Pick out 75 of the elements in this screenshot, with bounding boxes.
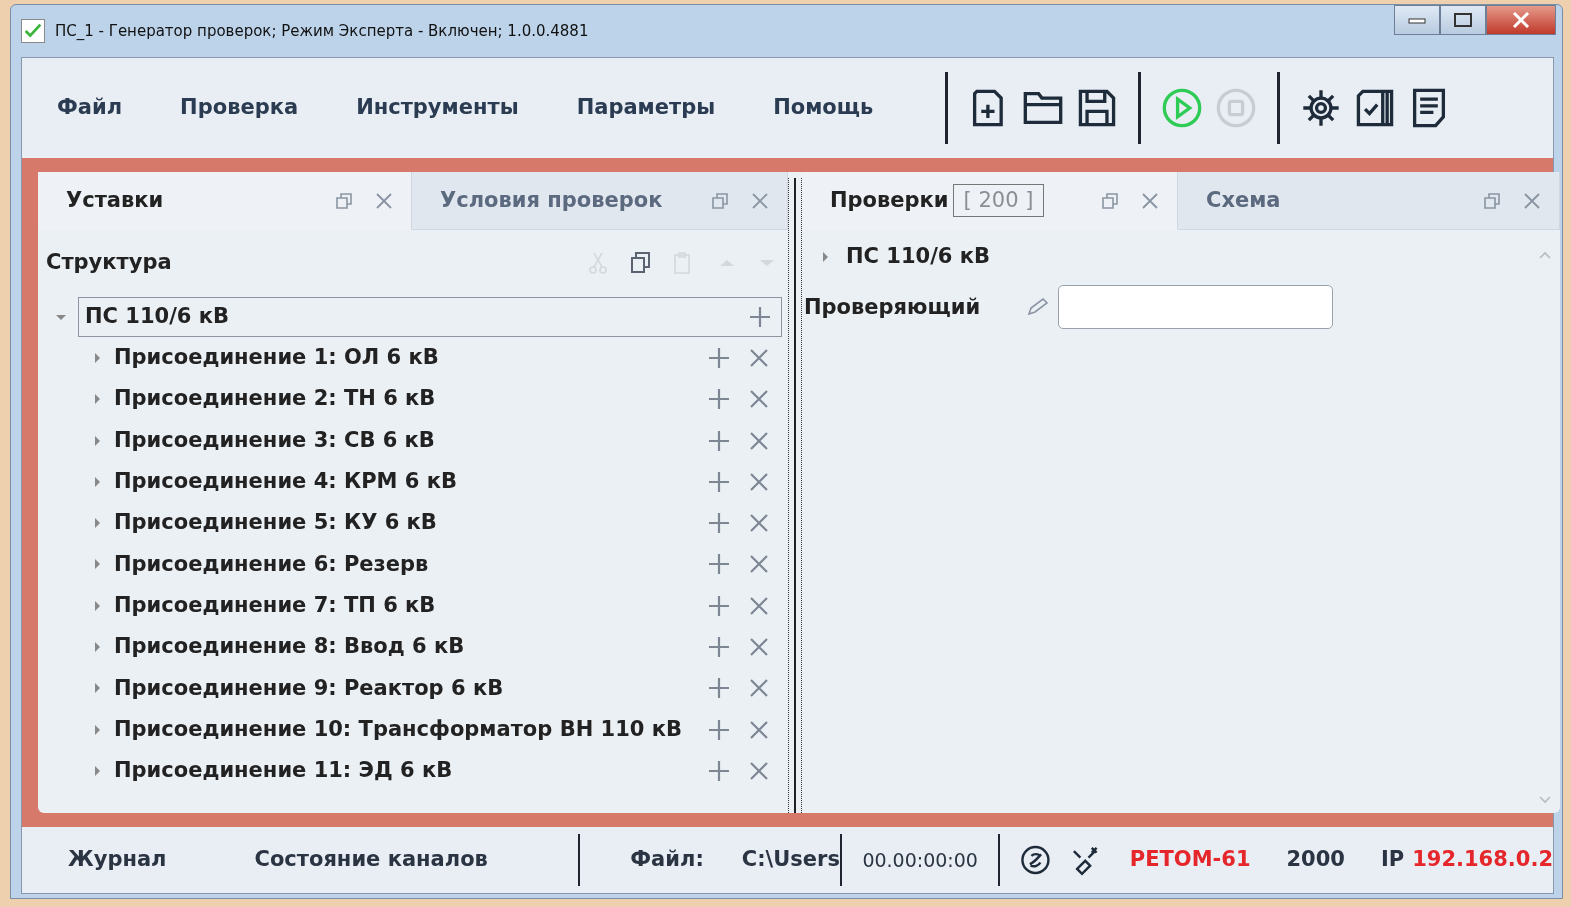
scroll-down-icon[interactable] — [1538, 795, 1552, 805]
delete-icon[interactable] — [748, 636, 770, 658]
tree-item[interactable]: Присоединение 6: Резерв — [114, 548, 429, 581]
timer: 00.00:00:00 — [862, 847, 978, 873]
add-icon[interactable] — [708, 470, 730, 493]
tab[interactable]: Уставки — [38, 172, 412, 230]
add-icon[interactable] — [749, 305, 771, 328]
close-icon[interactable] — [1523, 191, 1541, 210]
add-icon[interactable] — [708, 429, 730, 452]
count-badge: [ 200 ] — [952, 183, 1045, 218]
minimize-icon — [1408, 16, 1426, 25]
menu-item[interactable]: Файл — [57, 92, 123, 124]
tab[interactable]: Схема — [1178, 172, 1560, 230]
file-label: Файл: — [630, 846, 704, 874]
float-icon[interactable] — [711, 191, 729, 210]
ip-label: IP — [1380, 846, 1405, 874]
field-label: Проверяющий — [804, 293, 982, 321]
checkbox-icon — [21, 19, 45, 43]
add-icon[interactable] — [708, 718, 730, 741]
close-icon[interactable] — [751, 191, 769, 210]
tree-item[interactable]: Присоединение 1: ОЛ 6 кВ — [114, 342, 439, 374]
delete-icon[interactable] — [748, 594, 770, 617]
status-tab[interactable]: Состояние каналов — [254, 844, 488, 876]
scroll-up-icon[interactable] — [1538, 250, 1552, 260]
file-path: C:\Users — [741, 846, 840, 874]
close-button[interactable] — [1486, 5, 1556, 35]
close-icon[interactable] — [375, 191, 393, 210]
tree-item[interactable]: Присоединение 5: КУ 6 кВ — [114, 507, 437, 539]
maximize-button[interactable] — [1440, 5, 1486, 35]
minimize-button[interactable] — [1394, 5, 1440, 35]
tree-item[interactable]: Присоединение 10: Трансформатор ВН 110 кВ — [114, 713, 682, 746]
play-icon[interactable] — [1161, 87, 1204, 129]
menu-item[interactable]: Помощь — [773, 92, 874, 124]
menu-item[interactable]: Проверка — [180, 92, 299, 124]
menu-item[interactable]: Параметры — [576, 92, 716, 124]
add-icon[interactable] — [708, 388, 730, 411]
float-icon[interactable] — [335, 191, 353, 210]
copy-icon[interactable] — [628, 250, 652, 276]
close-icon[interactable] — [1141, 191, 1159, 210]
add-icon[interactable] — [708, 512, 730, 535]
device-name: РЕТОМ-61 — [1129, 846, 1251, 874]
delete-icon[interactable] — [748, 346, 770, 369]
add-icon[interactable] — [708, 346, 730, 369]
input-field[interactable] — [1058, 285, 1333, 330]
close-icon — [1512, 12, 1530, 29]
ip-address: 192.168.0.2 — [1412, 846, 1553, 874]
tree-item[interactable]: Присоединение 8: Ввод 6 кВ — [114, 631, 465, 663]
add-icon[interactable] — [708, 759, 730, 782]
status-tab[interactable]: Журнал — [68, 844, 167, 876]
add-icon[interactable] — [708, 636, 730, 658]
splitter[interactable] — [788, 178, 802, 813]
delete-icon[interactable] — [748, 718, 770, 741]
delete-icon[interactable] — [748, 429, 770, 452]
add-icon[interactable] — [708, 553, 730, 576]
menu-item[interactable]: Инструменты — [356, 92, 519, 124]
port-number: 2000 — [1286, 846, 1345, 874]
tab[interactable]: Условия проверок — [412, 172, 788, 230]
float-icon[interactable] — [1483, 191, 1501, 210]
window-title: ПС_1 - Генератор проверок; Режим Эксперта - Включен; 1.0.0.4881 — [55, 20, 589, 42]
tree-item[interactable]: ПС 110/6 кВ — [846, 240, 990, 273]
tree-item[interactable]: Присоединение 9: Реактор 6 кВ — [114, 672, 504, 705]
tree-item[interactable]: Присоединение 11: ЭД 6 кВ — [114, 755, 453, 787]
maximize-icon — [1454, 13, 1472, 28]
tree-item[interactable]: Присоединение 2: ТН 6 кВ — [114, 383, 436, 415]
add-icon[interactable] — [708, 594, 730, 617]
tree-item[interactable]: Присоединение 4: КРМ 6 кВ — [114, 466, 457, 498]
float-icon[interactable] — [1101, 191, 1119, 210]
add-icon[interactable] — [708, 677, 730, 700]
delete-icon[interactable] — [748, 470, 770, 493]
tree-item[interactable]: ПС 110/6 кВ — [85, 300, 229, 333]
pencil-icon[interactable] — [1026, 297, 1050, 318]
section-title: Структура — [46, 249, 172, 277]
delete-icon[interactable] — [748, 759, 770, 782]
tree-item[interactable]: Присоединение 7: ТП 6 кВ — [114, 589, 436, 622]
tree-item[interactable]: Присоединение 3: СВ 6 кВ — [114, 424, 435, 457]
